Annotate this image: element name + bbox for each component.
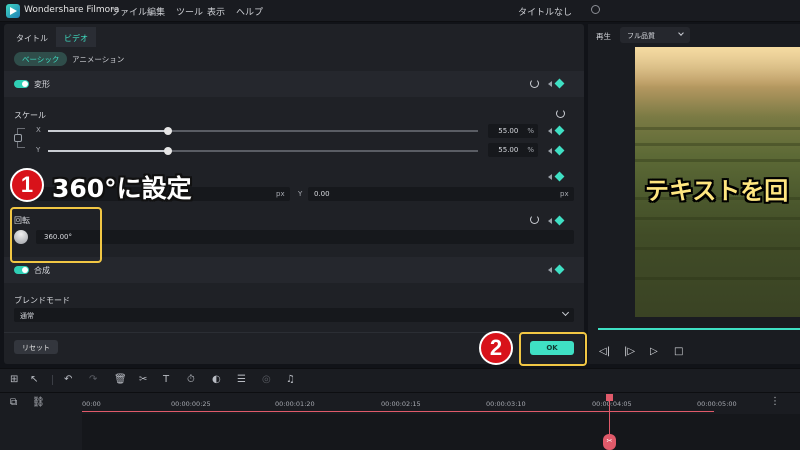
scale-x-prev-keyframe-icon[interactable] (548, 128, 552, 134)
menu-view[interactable]: 表示 (207, 5, 225, 18)
blend-mode-label: ブレンドモード (14, 296, 70, 305)
prev-keyframe-icon[interactable] (548, 81, 552, 87)
timecode-0: 00:00 (82, 400, 101, 408)
rotation-input[interactable] (36, 230, 574, 244)
rotation-reset-icon[interactable] (530, 215, 539, 224)
rotation-callout-frame (10, 207, 102, 263)
playback-progress-fill (598, 328, 800, 330)
callout-text-1: 360°に設定 (52, 174, 192, 203)
lock-icon[interactable] (14, 134, 22, 142)
scale-x-label: X (36, 126, 41, 134)
playhead-cut-icon[interactable]: ✂ (603, 434, 616, 450)
position-y-value: 0.00 (314, 190, 330, 198)
rotation-prev-keyframe-icon[interactable] (548, 218, 552, 224)
prev-frame-icon[interactable]: ◁| (599, 346, 610, 357)
position-prev-keyframe-icon[interactable] (548, 174, 552, 180)
playhead-handle[interactable] (606, 394, 613, 401)
text-tool-icon[interactable]: T (163, 374, 169, 385)
timecode-5: 00:00:04:05 (592, 400, 632, 408)
transform-label: 変形 (34, 80, 50, 89)
mask-icon[interactable]: ◎ (262, 374, 271, 385)
blend-mode-select[interactable] (14, 308, 574, 322)
audio-icon[interactable]: ♫ (286, 374, 295, 385)
redo-icon[interactable]: ↷ (89, 374, 97, 385)
link-icon[interactable]: ⛓ (32, 397, 45, 408)
save-status-icon (591, 5, 600, 14)
scale-y-slider-fill (48, 150, 169, 152)
menu-edit[interactable]: 編集 (147, 5, 165, 18)
timecode-6: 00:00:05:00 (697, 400, 737, 408)
composite-toggle[interactable] (14, 266, 29, 274)
play-icon[interactable]: ▷ (650, 346, 658, 357)
undo-icon[interactable]: ↶ (64, 374, 72, 385)
transform-toggle[interactable] (14, 80, 29, 88)
scale-y-label: Y (36, 146, 41, 154)
scale-x-slider-fill (48, 130, 169, 132)
subtab-animation[interactable]: アニメーション (64, 52, 132, 66)
grid-icon[interactable]: ⊞ (10, 374, 18, 385)
callout-badge-2: 2 (479, 331, 513, 365)
document-title: タイトルなし (518, 8, 573, 18)
preview-caption: テキストを回 (645, 177, 789, 205)
stop-icon[interactable]: □ (674, 346, 683, 357)
next-frame-icon[interactable]: |▷ (624, 346, 635, 357)
composite-label: 合成 (34, 266, 50, 275)
scale-x-unit: % (527, 127, 534, 135)
scale-y-value: 55.00 (498, 146, 519, 154)
blend-mode-value: 通常 (20, 312, 34, 320)
speed-icon[interactable]: ⏱ (187, 374, 195, 385)
cut-icon[interactable]: ✂ (139, 374, 147, 385)
video-track[interactable] (82, 414, 800, 450)
menu-file[interactable]: ファイル (111, 5, 147, 18)
callout-badge-1: 1 (10, 168, 44, 202)
tab-title[interactable]: タイトル (8, 27, 56, 47)
preview-video: テキストを回 (635, 47, 800, 317)
transform-section-header[interactable] (4, 71, 584, 97)
position-y-input[interactable] (308, 187, 574, 201)
toolbar-divider (52, 375, 53, 385)
playback-label: 再生 (596, 32, 611, 41)
scale-label: スケール (14, 111, 46, 120)
timeline-menu-icon[interactable]: ⋮ (770, 396, 780, 407)
transform-reset-icon[interactable] (530, 79, 539, 88)
track-header (0, 414, 82, 450)
quality-value: フル品質 (627, 32, 655, 40)
adjust-icon[interactable]: ☰ (237, 374, 246, 385)
scale-x-value: 55.00 (498, 127, 519, 135)
delete-icon[interactable]: 🗑 (114, 374, 127, 385)
scale-y-input[interactable]: 55.00% (488, 143, 538, 157)
position-y-unit: px (560, 190, 569, 198)
scale-reset-icon[interactable] (556, 109, 565, 118)
reset-button[interactable]: リセット (14, 340, 58, 354)
timecode-4: 00:00:03:10 (486, 400, 526, 408)
color-icon[interactable]: ◐ (212, 374, 221, 385)
timeline-range-line (82, 411, 714, 412)
scale-x-input[interactable]: 55.00% (488, 124, 538, 138)
timecode-2: 00:00:01:20 (275, 400, 315, 408)
app-name: Wondershare Filmora (24, 5, 120, 15)
ok-callout-frame (519, 332, 587, 366)
timecode-3: 00:00:02:15 (381, 400, 421, 408)
filmora-logo-icon (6, 4, 20, 18)
scale-y-unit: % (527, 146, 534, 154)
select-pointer-icon[interactable]: ↖ (30, 374, 38, 385)
scale-y-prev-keyframe-icon[interactable] (548, 148, 552, 154)
menu-tools[interactable]: ツール (176, 5, 203, 18)
subtab-basic[interactable]: ベーシック (14, 52, 68, 66)
position-y-label: Y (298, 190, 303, 198)
menu-help[interactable]: ヘルプ (236, 5, 263, 18)
tab-video[interactable]: ビデオ (56, 27, 96, 47)
timecode-1: 00:00:00:25 (171, 400, 211, 408)
add-track-icon[interactable]: ⧉ (10, 397, 17, 408)
composite-prev-keyframe-icon[interactable] (548, 267, 552, 273)
position-x-unit: px (276, 190, 285, 198)
